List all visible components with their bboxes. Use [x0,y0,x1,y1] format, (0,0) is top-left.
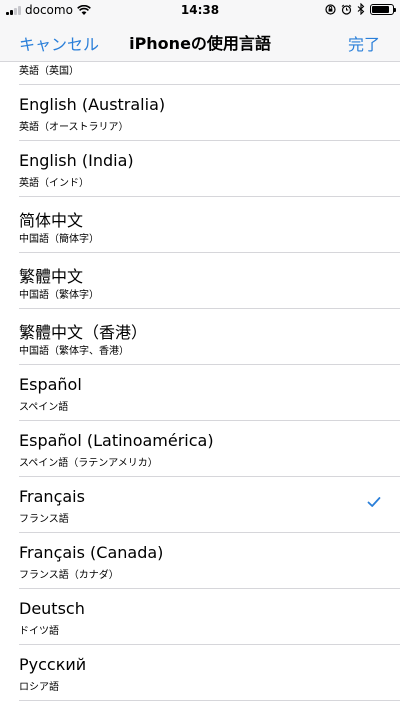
list-item-language[interactable]: Français フランス語 [19,477,400,533]
done-button[interactable]: 完了 [348,31,380,55]
status-right [325,3,396,15]
battery-fill [372,5,389,13]
language-name: 繁體中文（香港） [19,323,148,342]
list-item-language[interactable]: Français (Canada) フランス語（カナダ） [19,533,400,589]
language-list: 英語（英国） English (Australia) 英語（オーストラリア） Eng… [0,62,400,701]
language-subtitle: スペイン語 [19,402,69,413]
language-name: 繁體中文 [19,267,84,286]
language-name: Français [19,487,85,506]
list-item-partial[interactable]: 英語（英国） [19,62,400,85]
language-subtitle: 中国語（繁体字） [19,290,99,301]
language-subtitle: 英語（インド） [19,178,89,189]
language-subtitle: フランス語 [19,514,69,525]
list-item-language[interactable]: English (Australia) 英語（オーストラリア） [19,85,400,141]
list-item-language[interactable]: 繁體中文（香港） 中国語（繁体字、香港） [19,309,400,365]
screen: docomo 14:38 キャンセル iPhoneの使用言語 完了 英語（英国）… [0,0,400,711]
language-subtitle: スペイン語（ラテンアメリカ） [19,458,158,469]
language-name: Français (Canada) [19,543,164,562]
status-bar: docomo 14:38 [0,0,400,22]
list-item-language[interactable]: 简体中文中国語（簡体字） [19,197,400,253]
language-subtitle: 中国語（簡体字） [19,234,99,245]
language-rows: English (Australia) 英語（オーストラリア） English (I… [0,85,400,701]
language-name: Español [19,375,82,394]
language-name: Español (Latinoamérica) [19,431,214,450]
language-subtitle: ドイツ語 [19,626,59,637]
language-subtitle: 英語（オーストラリア） [19,122,129,133]
list-item-language[interactable]: Русский ロシア語 [19,645,400,701]
language-name: Русский [19,655,87,674]
language-subtitle: フランス語（カナダ） [19,570,119,581]
list-item-language[interactable]: Español スペイン語 [19,365,400,421]
alarm-icon [341,4,352,15]
list-item-language[interactable]: Español (Latinoamérica) スペイン語（ラテンアメリカ） [19,421,400,477]
language-name: English (India) [19,151,134,170]
battery-icon [370,3,396,15]
page-title: iPhoneの使用言語 [129,34,271,53]
checkmark-icon [367,497,381,507]
language-name: Deutsch [19,599,85,618]
language-subtitle: 英語（英国） [19,66,79,77]
list-item-language[interactable]: 繁體中文中国語（繁体字） [19,253,400,309]
navigation-bar: キャンセル iPhoneの使用言語 完了 [0,22,400,62]
language-subtitle: ロシア語 [19,682,59,693]
language-name: English (Australia) [19,95,166,114]
rotation-lock-icon [325,3,336,15]
bluetooth-icon [357,3,365,15]
list-item-language[interactable]: Deutsch ドイツ語 [19,589,400,645]
list-item-language[interactable]: English (India) 英語（インド） [19,141,400,197]
language-subtitle: 中国語（繁体字、香港） [19,346,129,357]
language-name: 简体中文 [19,211,84,230]
